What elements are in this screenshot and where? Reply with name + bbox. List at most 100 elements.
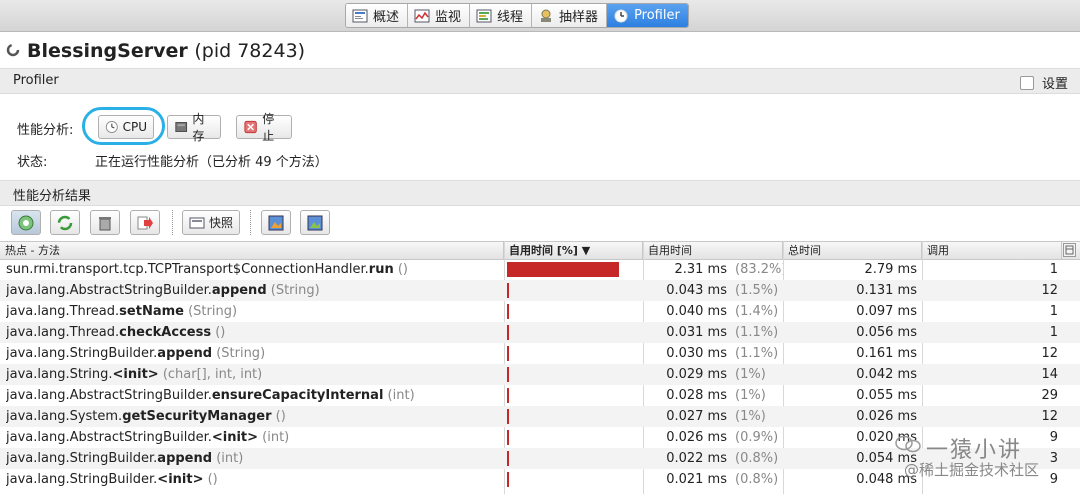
tab-monitor-label: 监视	[435, 10, 462, 25]
tab-overview[interactable]: 概述	[346, 4, 409, 27]
method-args: ()	[271, 409, 286, 424]
self-time-cell: 0.030 ms (1.1%)	[645, 343, 783, 364]
snapshot-button[interactable]: 快照	[182, 210, 240, 235]
monitor-icon	[414, 9, 430, 22]
method-cell: java.lang.StringBuilder.<init> ()	[6, 469, 504, 490]
refresh-button[interactable]	[50, 210, 80, 235]
toolbar-separator	[172, 210, 174, 235]
self-time-bar-cell	[507, 469, 643, 490]
self-time-bar	[507, 430, 509, 445]
method-cell: java.lang.Thread.checkAccess ()	[6, 322, 504, 343]
table-row[interactable]: java.lang.AbstractStringBuilder.append (…	[0, 280, 1080, 301]
self-time-ms: 0.043 ms	[666, 283, 727, 298]
table-row[interactable]: java.lang.StringBuilder.append (String) 0…	[0, 343, 1080, 364]
table-row[interactable]: java.lang.AbstractStringBuilder.<init> (…	[0, 427, 1080, 448]
table-row[interactable]: java.lang.Thread.checkAccess () 0.031 ms (…	[0, 322, 1080, 343]
self-time-bar-cell	[507, 280, 643, 301]
self-time-pct: (1%)	[735, 388, 766, 403]
tab-threads[interactable]: 线程	[470, 4, 533, 27]
settings-toggle[interactable]: 设置	[1019, 73, 1068, 92]
reset-button[interactable]	[90, 210, 120, 235]
tab-threads-label: 线程	[497, 10, 524, 25]
self-time-ms: 0.029 ms	[666, 367, 727, 382]
tab-profiler-label: Profiler	[634, 8, 680, 23]
method-name: <init>	[157, 472, 204, 487]
self-time-bar-cell	[507, 259, 643, 280]
method-cell: java.lang.String.<init> (char[], int, in…	[6, 364, 504, 385]
save-snapshot-button[interactable]	[261, 210, 291, 235]
results-view-button[interactable]	[11, 210, 41, 235]
total-time-cell: 0.056 ms	[856, 325, 917, 340]
trash-icon	[99, 216, 111, 230]
sampler-icon	[541, 9, 552, 22]
total-time-cell: 0.055 ms	[856, 388, 917, 403]
column-chooser-icon	[1065, 245, 1074, 255]
col-header-total-time[interactable]: 总时间	[783, 242, 922, 259]
tab-sampler[interactable]: 抽样器	[532, 4, 608, 27]
snapshot-button-label: 快照	[209, 216, 234, 230]
stop-icon	[244, 120, 257, 134]
calls-cell: 3	[1049, 451, 1058, 466]
self-time-bar-cell	[507, 406, 643, 427]
self-time-cell: 0.043 ms (1.5%)	[645, 280, 783, 301]
table-row[interactable]: java.lang.String.<init> (char[], int, in…	[0, 364, 1080, 385]
calls-cell: 1	[1049, 304, 1058, 319]
export-image-button[interactable]	[300, 210, 330, 235]
table-row[interactable]: java.lang.Thread.setName (String) 0.040 m…	[0, 301, 1080, 322]
method-cell: java.lang.AbstractStringBuilder.append (…	[6, 280, 504, 301]
self-time-bar	[507, 346, 509, 361]
stop-button[interactable]: 停止	[236, 112, 292, 143]
method-args: ()	[393, 262, 408, 277]
col-header-method[interactable]: 热点 - 方法	[0, 242, 504, 259]
total-time-cell: 0.097 ms	[856, 304, 917, 319]
method-args: (int)	[258, 430, 290, 445]
self-time-pct: (0.9%)	[735, 430, 779, 445]
profiler-icon	[614, 9, 628, 22]
table-row[interactable]: java.lang.System.getSecurityManager () 0.…	[0, 406, 1080, 427]
method-args: (String)	[212, 346, 266, 361]
calls-cell: 14	[1041, 367, 1058, 382]
calls-cell: 29	[1041, 388, 1058, 403]
self-time-pct: (0.8%)	[735, 472, 779, 487]
self-time-cell: 0.027 ms (1%)	[645, 406, 783, 427]
method-cell: java.lang.StringBuilder.append (String)	[6, 343, 504, 364]
table-row[interactable]: java.lang.StringBuilder.append (int) 0.02…	[0, 448, 1080, 469]
dump-button[interactable]	[130, 210, 160, 235]
profiler-section-label: Profiler	[13, 73, 59, 88]
method-name: <init>	[211, 430, 259, 445]
table-row[interactable]: sun.rmi.transport.tcp.TCPTransport$Conne…	[0, 259, 1080, 280]
memory-button[interactable]: 内存	[167, 112, 221, 143]
method-cell: java.lang.System.getSecurityManager ()	[6, 406, 504, 427]
view-tabs: 概述 监视 线程 抽样器 Profiler	[345, 3, 689, 28]
column-chooser-button[interactable]	[1063, 243, 1076, 257]
col-header-calls[interactable]: 调用	[922, 242, 1062, 259]
total-time-cell: 0.161 ms	[856, 346, 917, 361]
tab-monitor[interactable]: 监视	[408, 4, 471, 27]
status-label: 状态:	[17, 155, 48, 170]
table-row[interactable]: java.lang.StringBuilder.<init> () 0.021 m…	[0, 469, 1080, 490]
self-time-bar	[507, 409, 509, 424]
method-cell: sun.rmi.transport.tcp.TCPTransport$Conne…	[6, 259, 504, 280]
settings-checkbox[interactable]	[1019, 75, 1034, 90]
method-class: sun.rmi.transport.tcp.TCPTransport$Conne…	[6, 262, 369, 277]
self-time-bar	[507, 325, 509, 340]
col-header-self-time[interactable]: 自用时间	[643, 242, 783, 259]
method-class: java.lang.Thread.	[6, 325, 120, 340]
self-time-pct: (1.4%)	[735, 304, 779, 319]
total-time-cell: 0.054 ms	[856, 451, 917, 466]
calls-cell: 1	[1049, 262, 1058, 277]
profiler-section-header: Profiler 设置	[0, 68, 1080, 94]
tab-overview-label: 概述	[373, 10, 400, 25]
self-time-pct: (1.1%)	[735, 346, 779, 361]
self-time-bar-cell	[507, 322, 643, 343]
table-row[interactable]: java.lang.AbstractStringBuilder.ensureCa…	[0, 385, 1080, 406]
self-time-pct: (1%)	[735, 367, 766, 382]
col-header-self-time-pct[interactable]: 自用时间 [%] ▼	[504, 242, 643, 259]
calls-cell: 1	[1049, 325, 1058, 340]
calls-cell: 12	[1041, 346, 1058, 361]
tab-profiler[interactable]: Profiler	[607, 4, 688, 27]
self-time-cell: 0.040 ms (1.4%)	[645, 301, 783, 322]
total-time-cell: 0.026 ms	[856, 409, 917, 424]
total-time-cell: 0.020 ms	[856, 430, 917, 445]
total-time-cell: 0.131 ms	[856, 283, 917, 298]
